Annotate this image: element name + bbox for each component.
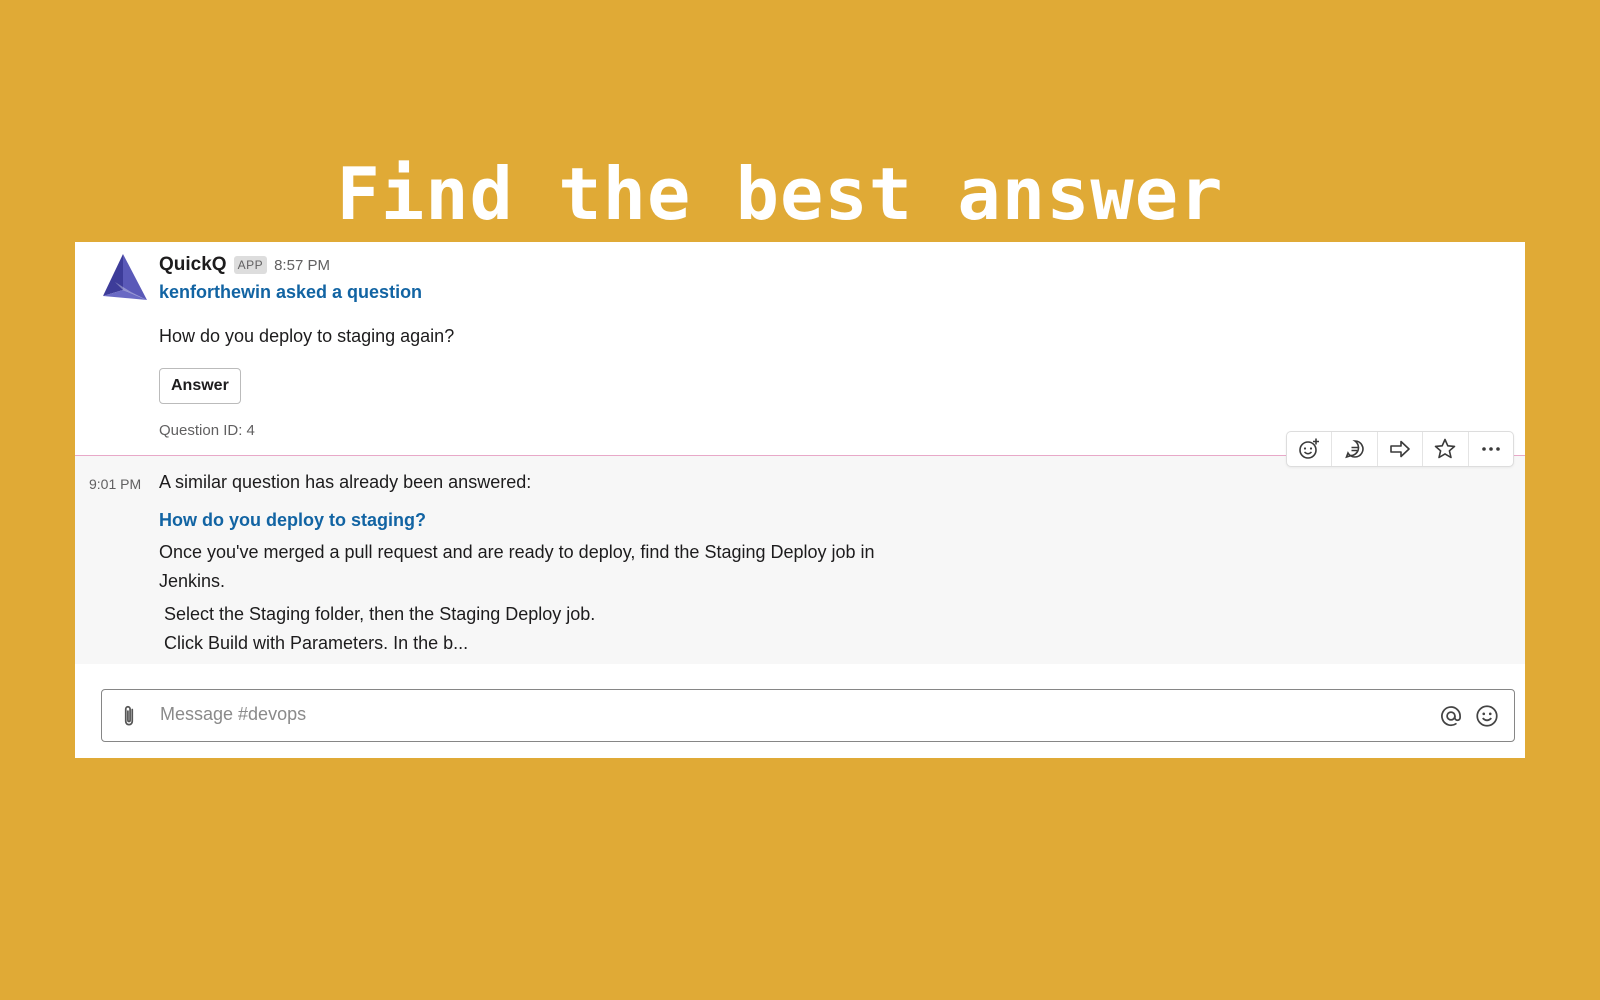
- start-thread-icon: [1344, 440, 1364, 459]
- more-actions-icon: [1482, 447, 1500, 451]
- quickq-message: QuickQ APP 8:57 PM kenforthewin asked a …: [75, 242, 1525, 456]
- message-timestamp[interactable]: 8:57 PM: [274, 257, 330, 274]
- similar-question-intro: A similar question has already been answ…: [159, 472, 532, 492]
- question-text: How do you deploy to staging again?: [159, 326, 455, 346]
- mention-button[interactable]: [1438, 703, 1464, 734]
- followup-message: 9:01 PM A similar question has already b…: [75, 456, 1525, 664]
- emoji-button[interactable]: [1474, 703, 1500, 734]
- answered-question-link[interactable]: How do you deploy to staging?: [159, 510, 426, 531]
- answer-step-1: Select the Staging folder, then the Stag…: [164, 604, 596, 624]
- answer-button[interactable]: Answer: [159, 368, 241, 404]
- message-input[interactable]: Message #devops: [160, 704, 306, 725]
- slack-message-panel: QuickQ APP 8:57 PM kenforthewin asked a …: [75, 242, 1525, 758]
- page-headline: Find the best answer: [336, 152, 1224, 236]
- add-reaction-button[interactable]: [1287, 432, 1333, 466]
- attach-file-button[interactable]: [116, 703, 142, 734]
- message-composer[interactable]: Message #devops: [101, 689, 1515, 742]
- answer-body-text: Once you've merged a pull request and ar…: [159, 542, 875, 591]
- question-id: Question ID: 4: [159, 422, 255, 439]
- more-actions-button[interactable]: [1469, 432, 1513, 466]
- asker-link[interactable]: kenforthewin asked a question: [159, 282, 422, 303]
- followup-timestamp[interactable]: 9:01 PM: [89, 476, 141, 492]
- quickq-logo-icon: [103, 254, 147, 300]
- share-message-icon: [1390, 440, 1410, 458]
- quickq-avatar[interactable]: [101, 252, 149, 300]
- emoji-smiley-icon: [1476, 705, 1498, 727]
- answer-step-2: Click Build with Parameters. In the b...: [164, 633, 469, 653]
- share-message-button[interactable]: [1378, 432, 1424, 466]
- add-reaction-icon: [1299, 438, 1320, 459]
- at-mention-icon: [1441, 706, 1461, 727]
- save-star-icon: [1435, 438, 1456, 459]
- save-message-button[interactable]: [1423, 432, 1469, 466]
- message-header: QuickQ APP 8:57 PM: [159, 254, 330, 276]
- author-name[interactable]: QuickQ: [159, 254, 227, 276]
- paperclip-icon: [124, 705, 134, 726]
- message-actions-toolbar: [1286, 431, 1514, 467]
- start-thread-button[interactable]: [1332, 432, 1378, 466]
- app-badge: APP: [233, 256, 268, 274]
